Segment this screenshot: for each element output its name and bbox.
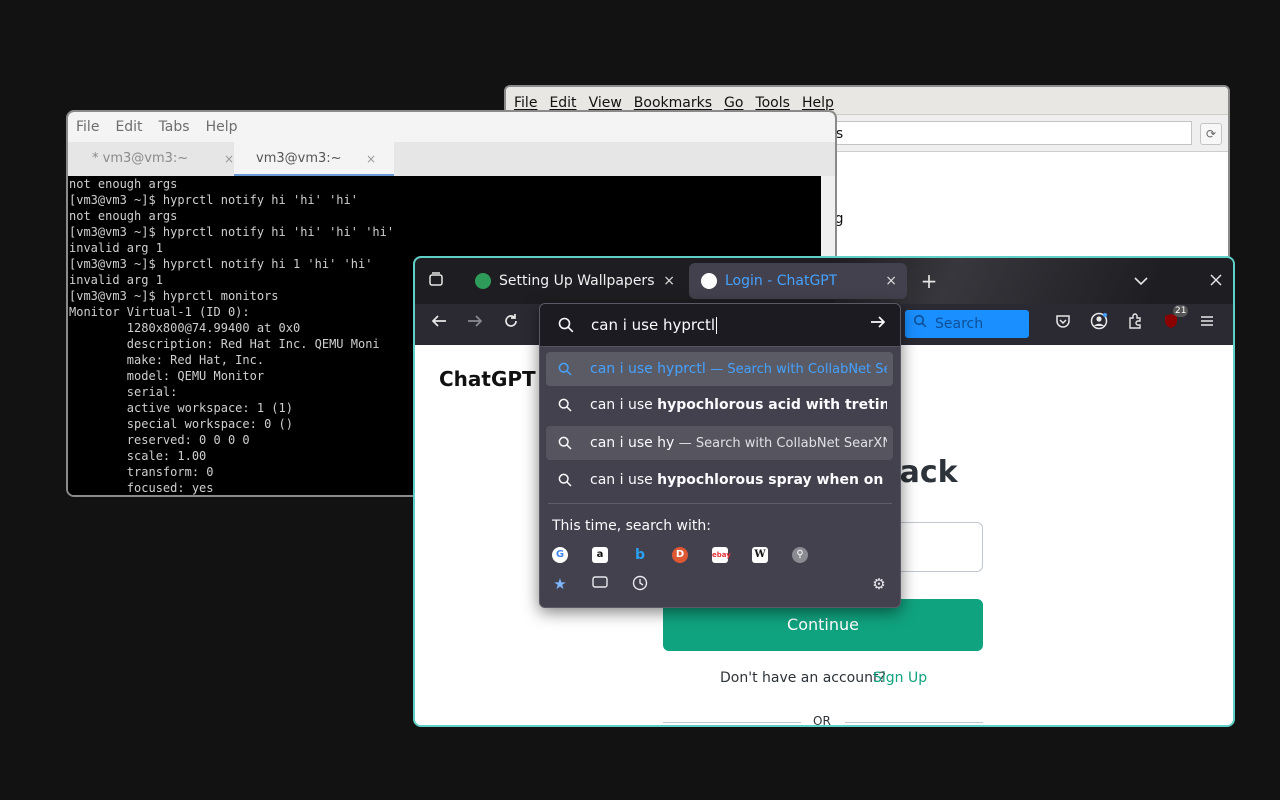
chevron-down-icon[interactable] — [1131, 271, 1151, 291]
divider — [548, 503, 892, 504]
bookmarks-star-icon[interactable]: ★ — [551, 575, 569, 593]
text-caret — [716, 317, 718, 334]
go-arrow-icon[interactable] — [866, 313, 890, 337]
tab-label: Login - ChatGPT — [725, 273, 838, 289]
terminal-tab-label: * vm3@vm3:~ — [92, 151, 189, 166]
terminal-tab-label: vm3@vm3:~ — [256, 151, 342, 166]
search-icon — [558, 436, 572, 450]
terminal-menu-help[interactable]: Help — [206, 119, 238, 135]
this-time-label: This time, search with: — [552, 518, 711, 534]
tabs-icon[interactable] — [591, 575, 609, 593]
wikipedia-icon[interactable]: W — [752, 547, 768, 563]
suggestion-text: can i use hyprctl — [590, 361, 706, 377]
web-search-box[interactable]: Search — [905, 310, 1029, 338]
terminal-tab-1[interactable]: * vm3@vm3:~ × — [68, 142, 252, 176]
amazon-icon[interactable]: a — [592, 547, 608, 563]
back-icon[interactable] — [427, 312, 451, 336]
close-icon[interactable]: × — [663, 263, 675, 299]
tab-chatgpt[interactable]: Login - ChatGPT × — [689, 263, 907, 299]
pocket-icon[interactable] — [1051, 312, 1075, 336]
close-icon[interactable]: × — [885, 263, 897, 299]
terminal-line: not enough args — [69, 177, 178, 191]
search-icon — [558, 317, 574, 333]
history-clock-icon[interactable] — [631, 575, 649, 593]
searxng-icon[interactable]: ⚲ — [792, 547, 808, 563]
menu-icon[interactable] — [1195, 312, 1219, 336]
tab-wallpapers[interactable]: Setting Up Wallpapers W × — [463, 263, 685, 299]
search-icon — [558, 362, 572, 376]
terminal-tabbar: * vm3@vm3:~ × vm3@vm3:~ × — [68, 142, 835, 176]
suggestion-text: can i use — [590, 397, 658, 413]
bing-icon[interactable]: b — [632, 547, 648, 563]
tab-label: Setting Up Wallpapers W — [499, 273, 659, 289]
terminal-menubar: File Edit Tabs Help — [68, 112, 835, 142]
suggestion-engine: — Search with CollabNet SearXNG — [710, 362, 887, 377]
extensions-icon[interactable] — [1123, 312, 1147, 336]
urlbar-value: can i use hyprctl — [591, 316, 716, 334]
suggestion-row[interactable]: can i use hypochlorous spray when on acc — [546, 463, 893, 497]
wallpaper-favicon-icon — [475, 273, 491, 289]
go-icon[interactable]: ⟳ — [1200, 123, 1222, 145]
account-icon[interactable] — [1087, 312, 1111, 336]
search-icon — [913, 314, 927, 328]
suggestion-engine: — Search with CollabNet SearXNG — [678, 436, 887, 451]
duckduckgo-icon[interactable]: D — [672, 547, 688, 563]
close-icon[interactable]: × — [366, 142, 376, 176]
search-icon — [558, 473, 572, 487]
chatgpt-logo: ChatGPT — [439, 367, 536, 391]
chatgpt-favicon-icon — [701, 273, 717, 289]
terminal-line: not enough args — [69, 209, 178, 223]
suggestion-text: can i use — [590, 472, 658, 488]
new-tab-button[interactable]: + — [919, 271, 939, 291]
terminal-menu-tabs[interactable]: Tabs — [159, 119, 190, 135]
terminal-tab-2[interactable]: vm3@vm3:~ × — [234, 142, 394, 176]
sign-up-link[interactable]: Sign Up — [873, 670, 927, 686]
suggestion-row[interactable]: can i use hyprctl — Search with CollabNe… — [546, 352, 893, 386]
browser-tabbar: Setting Up Wallpapers W × Login - ChatGP… — [415, 258, 1233, 304]
forward-icon[interactable] — [463, 312, 487, 336]
window-close-icon[interactable] — [1206, 271, 1226, 291]
terminal-menu-file[interactable]: File — [76, 119, 99, 135]
suggestion-text: can i use hy — [590, 435, 675, 451]
location-field[interactable]: ds — [822, 121, 1192, 145]
close-icon[interactable]: × — [224, 142, 234, 176]
terminal-menu-edit[interactable]: Edit — [115, 119, 142, 135]
tab-list-icon[interactable] — [426, 271, 446, 291]
divider — [663, 722, 801, 723]
notification-badge: 21 — [1173, 305, 1189, 317]
suggestion-bold: hypochlorous spray when on acc — [657, 472, 887, 488]
terminal-line: invalid arg 1 — [69, 241, 163, 255]
search-icon — [558, 398, 572, 412]
urlbar-dropdown[interactable]: can i use hyprctl can i use hyprctl — Se… — [539, 303, 901, 608]
ublock-icon[interactable]: 21 — [1159, 305, 1189, 336]
or-label: OR — [813, 714, 831, 727]
urlbar-input[interactable]: can i use hyprctl — [540, 304, 900, 347]
divider — [845, 722, 983, 723]
gear-icon[interactable]: ⚙ — [870, 575, 888, 593]
web-search-placeholder: Search — [935, 316, 984, 332]
terminal-line: [vm3@vm3 ~]$ hyprctl notify hi 'hi' 'hi'… — [69, 225, 395, 239]
terminal-line: [vm3@vm3 ~]$ hyprctl notify hi 'hi' 'hi' — [69, 193, 358, 207]
suggestion-row[interactable]: can i use hy — Search with CollabNet Sea… — [546, 426, 893, 460]
no-account-text: Don't have an account? — [720, 670, 886, 686]
ebay-icon[interactable]: ebay — [712, 547, 731, 563]
reload-icon[interactable] — [499, 312, 523, 336]
google-icon[interactable]: G — [552, 547, 568, 563]
suggestion-row[interactable]: can i use hypochlorous acid with tretino… — [546, 388, 893, 422]
suggestion-bold: hypochlorous acid with tretinoin — [657, 397, 887, 413]
